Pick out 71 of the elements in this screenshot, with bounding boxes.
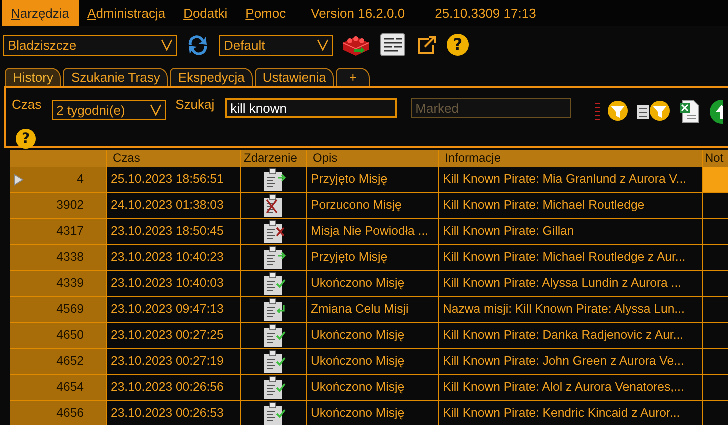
description-cell: Ukończono Misję [307,349,439,375]
tab[interactable]: + [336,68,370,86]
description-cell: Zmiana Celu Misji [307,297,439,323]
up-arrow-icon[interactable] [708,100,723,124]
date-time: 25.10.3309 17:13 [435,6,536,20]
description-cell: Przyjęto Misję [307,167,439,193]
row-id-cell: 4656 [10,401,107,425]
row-id-cell: 4317 [10,219,107,245]
description-cell: Ukończono Misję [307,271,439,297]
external-link-icon[interactable] [415,34,439,56]
tab[interactable]: Szukanie Trasy [63,68,168,86]
menu-item[interactable]: Administracja [78,0,175,26]
filter-icon[interactable] [594,100,629,122]
location-dropdown[interactable]: Bladziszcze [3,34,177,56]
help-button[interactable]: ? [16,129,36,149]
time-cell: 23.10.2023 00:27:19 [107,349,241,375]
caret-icon [317,38,329,52]
description-cell: Porzucono Misję [307,193,439,219]
row-id-cell: 4 [10,167,107,193]
search-label: Szukaj [176,96,215,112]
info-cell: Kill Known Pirate: John Green z Aurora Ve... [439,349,703,375]
menu-item[interactable]: Narzędzia [2,0,79,26]
row-id-cell: 4339 [10,271,107,297]
row-id-cell: 4569 [10,297,107,323]
marked-field[interactable]: Marked [410,98,571,118]
description-cell: Przyjęto Misję [307,245,439,271]
time-label: Czas [12,96,42,112]
menu-item[interactable]: Pomoc [236,0,296,26]
help-button[interactable]: ? [447,34,469,56]
row-id-cell: 4654 [10,375,107,401]
time-range-dropdown[interactable]: 2 tygodni(e) [52,100,166,120]
row-id-cell: 3902 [10,193,107,219]
info-cell: Kill Known Pirate: Danka Radjenovic z Aur... [439,323,703,349]
time-cell: 23.10.2023 00:27:25 [107,323,241,349]
time-cell: 23.10.2023 10:40:23 [107,245,241,271]
description-cell: Ukończono Misję [307,323,439,349]
row-id-cell: 4650 [10,323,107,349]
column-header[interactable]: Informacje [439,150,703,167]
tab[interactable]: Ustawienia [254,68,334,86]
tab[interactable]: Ekspedycja [170,68,253,86]
search-field[interactable]: kill known [224,98,397,118]
caret-icon [161,38,173,52]
column-header[interactable]: Czas [107,150,241,167]
row-id-cell: 4338 [10,245,107,271]
info-cell: Kill Known Pirate: Michael Routledge z Aur... [439,245,703,271]
caret-icon [150,103,162,117]
time-cell: 25.10.2023 18:56:51 [107,167,241,193]
info-cell: Kill Known Pirate: Alol z Aurora Venatores,... [439,375,703,401]
tab[interactable]: History [5,68,62,86]
info-cell: Kill Known Pirate: Mia Granlund z Aurora V... [439,167,703,193]
time-cell: 23.10.2023 18:50:45 [107,219,241,245]
column-header[interactable]: Zdarzenie [241,150,307,167]
column-header[interactable]: Opis [307,150,439,167]
info-cell: Kill Known Pirate: Michael Routledge [439,193,703,219]
time-cell: 23.10.2023 00:26:56 [107,375,241,401]
column-header[interactable]: Not [703,150,728,167]
time-cell: 23.10.2023 09:47:13 [107,297,241,323]
description-cell: Ukończono Misję [307,375,439,401]
menu-item[interactable]: Dodatki [174,0,237,26]
info-cell: Kill Known Pirate: Alyssa Lundin z Aurora ... [439,271,703,297]
info-cell: Kill Known Pirate: Gillan [439,219,703,245]
version-label: Version 16.2.0.0 [311,6,406,20]
spreadsheet-icon[interactable] [678,100,701,124]
description-cell: Misja Nie Powiodła ... [307,219,439,245]
time-cell: 24.10.2023 01:38:03 [107,193,241,219]
document-icon[interactable] [379,33,407,57]
list-filter-icon[interactable] [636,100,671,122]
time-cell: 23.10.2023 10:40:03 [107,271,241,297]
info-cell: Nazwa misji: Kill Known Pirate: Alyssa Lun... [439,297,703,323]
profile-dropdown[interactable]: Default [219,34,333,56]
row-id-cell: 4652 [10,349,107,375]
